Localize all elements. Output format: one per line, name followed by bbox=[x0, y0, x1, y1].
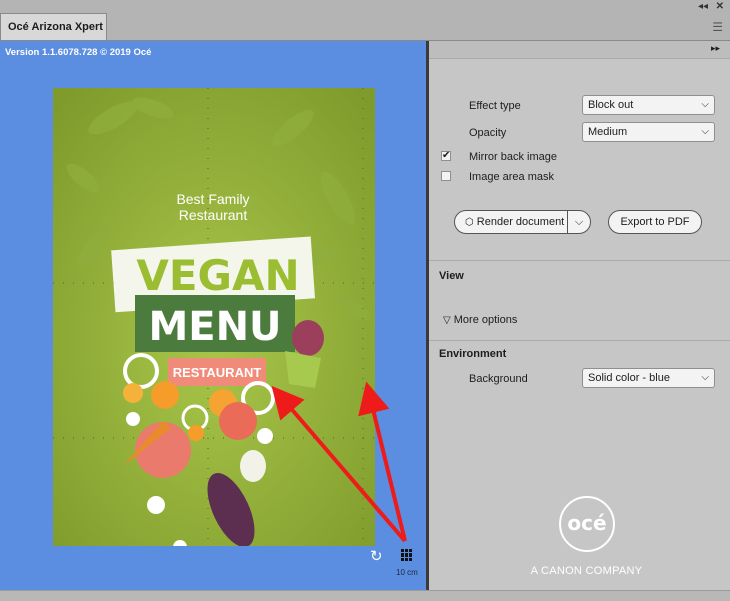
render-document-button[interactable]: ⬡ Render document ⌵ bbox=[454, 210, 591, 234]
mirror-back-checkbox[interactable]: ✔ bbox=[441, 151, 451, 161]
panel-header: ▸▸ bbox=[429, 41, 730, 59]
oce-logo: océ bbox=[559, 496, 615, 552]
environment-section-title: Environment bbox=[439, 348, 507, 360]
render-document-label: Render document bbox=[476, 216, 565, 228]
close-icon[interactable]: ✕ bbox=[716, 1, 724, 12]
chevron-down-icon: ⌵ bbox=[701, 372, 709, 383]
hamburger-menu-icon[interactable]: ☰ bbox=[712, 20, 723, 34]
double-chevron-right-icon[interactable]: ▸▸ bbox=[711, 43, 720, 54]
separator bbox=[429, 340, 730, 341]
image-mask-checkbox[interactable] bbox=[441, 171, 451, 181]
rotate-icon[interactable]: ↻ bbox=[370, 547, 383, 565]
grid-scale-label: 10 cm bbox=[396, 568, 418, 577]
status-bar bbox=[0, 590, 730, 601]
more-options-label: More options bbox=[453, 314, 518, 326]
chevron-down-icon: ⌵ bbox=[701, 99, 709, 110]
background-select[interactable]: Solid color - blue ⌵ bbox=[582, 368, 715, 388]
annotation-arrows bbox=[271, 381, 407, 543]
brand-tagline: A CANON COMPANY bbox=[530, 565, 643, 577]
mirror-back-label: Mirror back image bbox=[469, 151, 558, 163]
separator bbox=[429, 260, 730, 261]
background-value: Solid color - blue bbox=[588, 372, 670, 384]
export-pdf-button[interactable]: Export to PDF bbox=[608, 210, 702, 234]
image-mask-label: Image area mask bbox=[469, 171, 554, 183]
opacity-value: Medium bbox=[588, 126, 628, 138]
settings-panel: ▸▸ Effect type Block out ⌵ Opacity Medium… bbox=[429, 41, 730, 590]
grid-icon[interactable] bbox=[401, 549, 413, 561]
triangle-down-icon: ▽ bbox=[443, 315, 451, 326]
double-chevron-left-icon[interactable]: ◂◂ bbox=[698, 1, 708, 12]
view-section-title: View bbox=[439, 270, 464, 282]
effect-type-label: Effect type bbox=[469, 100, 521, 112]
effect-type-select[interactable]: Block out ⌵ bbox=[582, 95, 715, 115]
title-bar: Océ Arizona Xpert ◂◂ ✕ ☰ bbox=[0, 0, 730, 41]
effect-type-value: Block out bbox=[588, 99, 634, 111]
background-label: Background bbox=[469, 373, 528, 385]
more-options-toggle[interactable]: ▽ More options bbox=[443, 314, 517, 326]
opacity-select[interactable]: Medium ⌵ bbox=[582, 122, 715, 142]
chevron-down-icon: ⌵ bbox=[701, 126, 709, 137]
render-options-dropdown[interactable]: ⌵ bbox=[567, 211, 590, 233]
document-preview[interactable]: Version 1.1.6078.728 © 2019 Océ Best Fam… bbox=[0, 41, 426, 590]
opacity-label: Opacity bbox=[469, 127, 507, 139]
tab-oce-arizona-xpert[interactable]: Océ Arizona Xpert bbox=[0, 13, 107, 40]
cube-icon: ⬡ bbox=[465, 217, 474, 228]
